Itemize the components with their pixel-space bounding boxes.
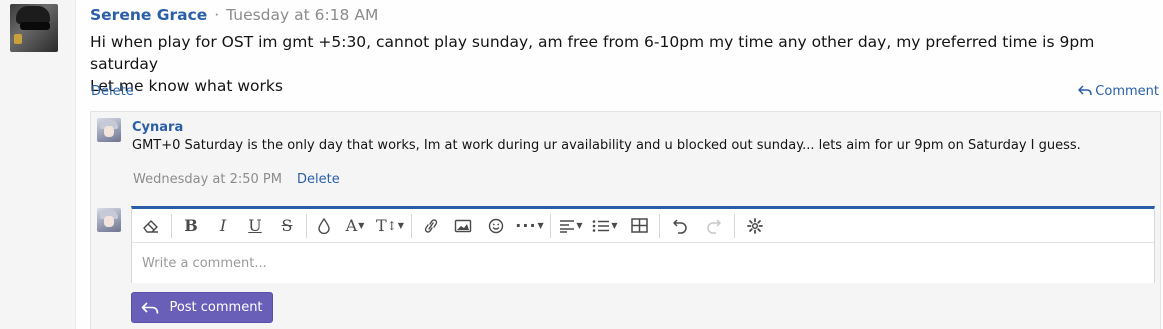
toolbar-divider	[306, 213, 307, 238]
settings-icon[interactable]	[738, 211, 772, 241]
delete-post-link[interactable]: Delete	[91, 84, 134, 99]
editor-toolbar: B I U S A ▼ T ↕ ▼ ··· ▼ ▼ ▼	[132, 209, 1154, 243]
comment-author[interactable]: Cynara	[132, 120, 183, 135]
redo-icon[interactable]	[697, 211, 731, 241]
strikethrough-icon[interactable]: S	[271, 211, 303, 241]
post-comment-label: Post comment	[169, 300, 263, 315]
compose-avatar	[97, 208, 121, 232]
reply-icon	[142, 301, 159, 314]
toolbar-divider	[659, 213, 660, 238]
left-rail	[0, 0, 76, 329]
post-comment-button[interactable]: Post comment	[131, 292, 273, 323]
list-icon[interactable]: ▼	[588, 211, 622, 241]
toolbar-divider	[734, 213, 735, 238]
undo-icon[interactable]	[663, 211, 697, 241]
header-separator: ·	[214, 6, 220, 24]
comments-section: Cynara GMT+0 Saturday is the only day th…	[90, 111, 1161, 329]
comment-editor: B I U S A ▼ T ↕ ▼ ··· ▼ ▼ ▼ Write a comm…	[131, 206, 1155, 283]
comment-avatar[interactable]	[97, 118, 121, 142]
post-line: Hi when play for OST im gmt +5:30, canno…	[90, 33, 1095, 73]
toolbar-divider	[171, 213, 172, 238]
post-line: Let me know what works	[90, 77, 283, 95]
avatar-face	[104, 216, 114, 227]
eraser-icon[interactable]	[134, 211, 168, 241]
reply-icon	[1078, 85, 1093, 96]
image-icon[interactable]	[447, 211, 479, 241]
post-body: Hi when play for OST im gmt +5:30, canno…	[90, 31, 1155, 97]
avatar-face	[104, 126, 114, 137]
emoji-icon[interactable]	[479, 211, 513, 241]
italic-icon[interactable]: I	[207, 211, 239, 241]
avatar-accent	[14, 34, 22, 44]
comment-link-label: Comment	[1095, 84, 1159, 99]
comment-time[interactable]: Wednesday at 2:50 PM	[133, 172, 282, 187]
delete-comment-link[interactable]: Delete	[297, 172, 340, 187]
avatar[interactable]	[10, 4, 58, 52]
link-icon[interactable]	[415, 211, 447, 241]
comment-link[interactable]: Comment	[1078, 84, 1159, 99]
underline-icon[interactable]: U	[239, 211, 271, 241]
comment-text: GMT+0 Saturday is the only day that work…	[132, 138, 1081, 153]
post-time[interactable]: Tuesday at 6:18 AM	[226, 6, 378, 24]
font-family-icon[interactable]: A ▼	[338, 211, 372, 241]
color-drop-icon[interactable]	[310, 211, 338, 241]
align-icon[interactable]: ▼	[554, 211, 588, 241]
font-size-icon[interactable]: T ↕ ▼	[372, 211, 408, 241]
more-icon[interactable]: ··· ▼	[513, 211, 547, 241]
toolbar-divider	[411, 213, 412, 238]
avatar-glasses	[20, 22, 50, 30]
table-icon[interactable]	[622, 211, 656, 241]
post-header: Serene Grace · Tuesday at 6:18 AM	[90, 6, 378, 24]
comment-input[interactable]	[132, 244, 1154, 283]
post-author[interactable]: Serene Grace	[90, 6, 207, 24]
bold-icon[interactable]: B	[175, 211, 207, 241]
toolbar-divider	[550, 213, 551, 238]
